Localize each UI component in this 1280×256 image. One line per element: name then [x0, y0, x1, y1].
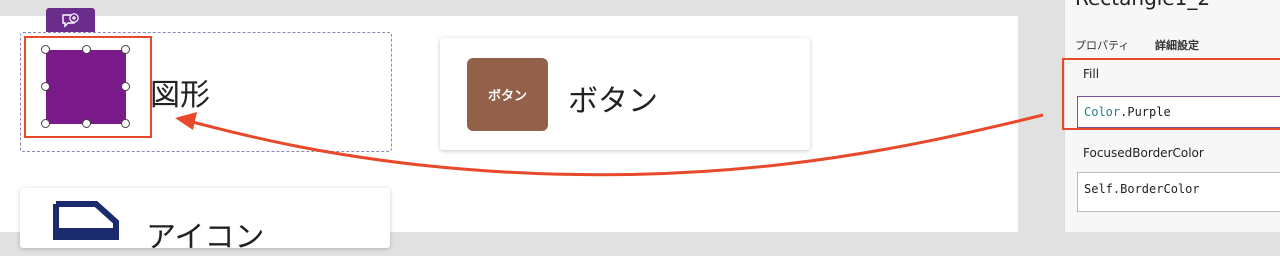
- annotation-arrow: [175, 112, 1044, 177]
